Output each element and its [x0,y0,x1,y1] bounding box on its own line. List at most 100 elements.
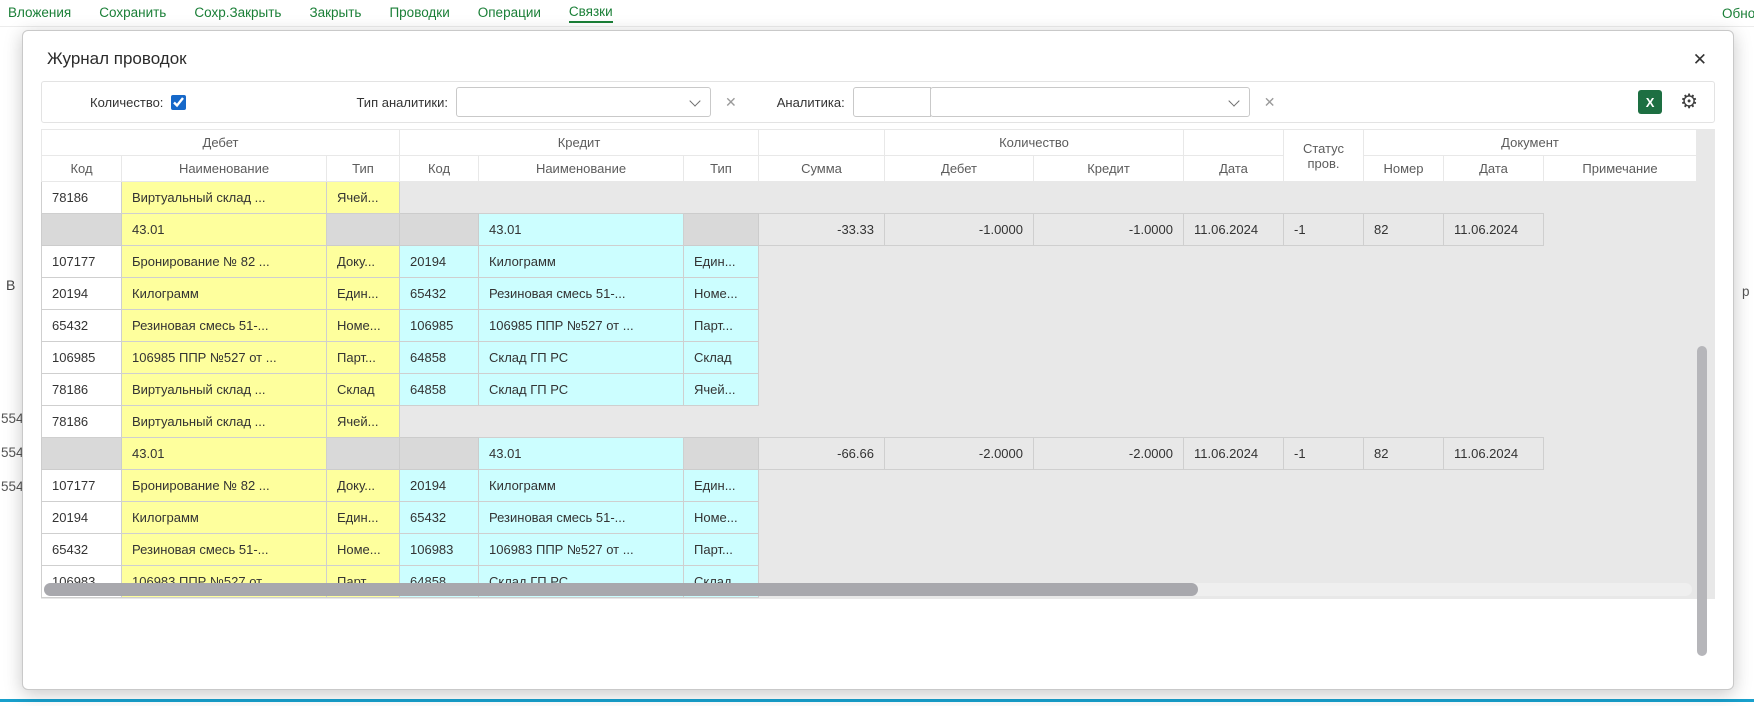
sum-cell[interactable] [759,310,885,342]
doc-number-cell[interactable] [1364,406,1444,438]
status-cell[interactable] [1284,374,1364,406]
debit-name-cell[interactable]: Виртуальный склад ... [122,374,327,406]
credit-name-cell[interactable]: Резиновая смесь 51-... [479,278,684,310]
table-row[interactable]: 78186 Виртуальный склад ... Ячей... [42,182,1697,214]
credit-name-cell[interactable]: Склад ГП РС [479,342,684,374]
credit-name-cell[interactable] [479,406,684,438]
date-cell[interactable]: 11.06.2024 [1184,214,1284,246]
note-cell[interactable] [1544,534,1697,566]
status-cell[interactable] [1284,310,1364,342]
table-row[interactable]: 65432 Резиновая смесь 51-... Номе... 106… [42,310,1697,342]
debit-name-cell[interactable]: Килограмм [122,278,327,310]
table-row[interactable]: 107177 Бронирование № 82 ... Доку... 201… [42,470,1697,502]
quantity-debit-cell[interactable]: -1.0000 [885,214,1034,246]
debit-code-cell[interactable]: 78186 [42,406,122,438]
sum-cell[interactable] [759,278,885,310]
date-cell[interactable] [1184,278,1284,310]
debit-name-cell[interactable]: 43.01 [122,214,327,246]
doc-number-cell[interactable] [1364,182,1444,214]
credit-code-cell[interactable]: 106985 [400,310,479,342]
date-cell[interactable] [1184,374,1284,406]
quantity-debit-cell[interactable] [885,246,1034,278]
credit-code-cell[interactable] [400,438,479,470]
doc-number-cell[interactable] [1364,374,1444,406]
debit-type-cell[interactable]: Един... [327,502,400,534]
doc-date-cell[interactable] [1444,374,1544,406]
export-excel-icon[interactable]: X [1638,90,1662,114]
status-cell[interactable] [1284,470,1364,502]
credit-name-cell[interactable]: 106983 ППР №527 от ... [479,534,684,566]
quantity-debit-cell[interactable] [885,310,1034,342]
status-cell[interactable]: -1 [1284,214,1364,246]
debit-type-cell[interactable]: Номе... [327,534,400,566]
table-row[interactable]: 43.01 43.01 -33.33 -1.0000 -1.0000 11.06… [42,214,1697,246]
note-cell[interactable] [1544,214,1697,246]
credit-code-cell[interactable]: 106983 [400,534,479,566]
table-row[interactable]: 78186 Виртуальный склад ... Склад 64858 … [42,374,1697,406]
horizontal-scrollbar-thumb[interactable] [44,583,1198,596]
date-cell[interactable] [1184,406,1284,438]
doc-number-cell[interactable]: 82 [1364,214,1444,246]
date-cell[interactable] [1184,502,1284,534]
debit-code-cell[interactable] [42,438,122,470]
menu-item-save[interactable]: Сохранить [99,5,166,22]
note-cell[interactable] [1544,374,1697,406]
credit-type-cell[interactable] [684,438,759,470]
note-cell[interactable] [1544,182,1697,214]
debit-type-cell[interactable]: Доку... [327,470,400,502]
menu-item-refresh-clipped[interactable]: Обно [1722,6,1754,21]
vertical-scrollbar-thumb[interactable] [1697,346,1707,656]
credit-type-cell[interactable] [684,214,759,246]
note-cell[interactable] [1544,438,1697,470]
table-row[interactable]: 43.01 43.01 -66.66 -2.0000 -2.0000 11.06… [42,438,1697,470]
status-cell[interactable]: -1 [1284,438,1364,470]
settings-gear-icon[interactable]: ⚙ [1680,92,1698,112]
status-cell[interactable] [1284,182,1364,214]
credit-name-cell[interactable]: 43.01 [479,438,684,470]
sum-cell[interactable] [759,534,885,566]
clear-analytics-type-icon[interactable]: ✕ [725,94,737,111]
doc-number-cell[interactable] [1364,310,1444,342]
credit-code-cell[interactable]: 65432 [400,502,479,534]
credit-name-cell[interactable]: 106985 ППР №527 от ... [479,310,684,342]
quantity-debit-cell[interactable] [885,406,1034,438]
sum-cell[interactable] [759,470,885,502]
debit-type-cell[interactable]: Ячей... [327,406,400,438]
table-row[interactable]: 20194 Килограмм Един... 65432 Резиновая … [42,278,1697,310]
quantity-credit-cell[interactable] [1034,246,1184,278]
table-row[interactable]: 107177 Бронирование № 82 ... Доку... 201… [42,246,1697,278]
debit-name-cell[interactable]: Килограмм [122,502,327,534]
quantity-debit-cell[interactable] [885,502,1034,534]
quantity-debit-cell[interactable] [885,534,1034,566]
status-cell[interactable] [1284,246,1364,278]
credit-name-cell[interactable] [479,182,684,214]
date-cell[interactable]: 11.06.2024 [1184,438,1284,470]
credit-type-cell[interactable]: Номе... [684,278,759,310]
debit-code-cell[interactable]: 107177 [42,470,122,502]
sum-cell[interactable] [759,246,885,278]
quantity-debit-cell[interactable] [885,182,1034,214]
debit-code-cell[interactable]: 20194 [42,278,122,310]
sum-cell[interactable]: -66.66 [759,438,885,470]
quantity-checkbox[interactable] [171,95,186,110]
debit-type-cell[interactable] [327,438,400,470]
debit-code-cell[interactable]: 65432 [42,534,122,566]
doc-number-cell[interactable] [1364,470,1444,502]
doc-date-cell[interactable] [1444,406,1544,438]
debit-code-cell[interactable]: 107177 [42,246,122,278]
analytics-select[interactable] [930,87,1250,117]
sum-cell[interactable] [759,342,885,374]
quantity-debit-cell[interactable] [885,342,1034,374]
doc-date-cell[interactable] [1444,310,1544,342]
credit-name-cell[interactable]: Килограмм [479,470,684,502]
credit-name-cell[interactable]: Килограмм [479,246,684,278]
status-cell[interactable] [1284,342,1364,374]
credit-code-cell[interactable] [400,406,479,438]
quantity-credit-cell[interactable] [1034,310,1184,342]
doc-date-cell[interactable] [1444,182,1544,214]
note-cell[interactable] [1544,470,1697,502]
doc-date-cell[interactable]: 11.06.2024 [1444,438,1544,470]
quantity-debit-cell[interactable] [885,278,1034,310]
quantity-credit-cell[interactable] [1034,374,1184,406]
status-cell[interactable] [1284,278,1364,310]
